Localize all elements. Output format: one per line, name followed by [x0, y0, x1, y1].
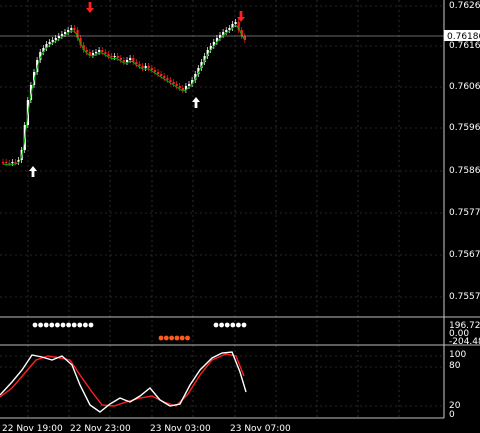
- time-tick: 23 Nov 03:00: [150, 424, 211, 433]
- candle-body: [175, 84, 178, 86]
- candle-body: [116, 56, 119, 58]
- signal-dot: [169, 335, 175, 341]
- candle-body: [157, 72, 160, 74]
- signal-dot: [224, 322, 230, 328]
- signal-dot: [236, 322, 241, 328]
- time-axis: 22 Nov 19:00 22 Nov 23:00 23 Nov 03:00 2…: [2, 424, 291, 433]
- candle-body: [163, 76, 166, 78]
- oscillator-tick: 80: [449, 361, 461, 371]
- price-tick: 0.75865: [449, 166, 480, 176]
- up-arrow-icon: [29, 166, 37, 177]
- candle-body: [153, 70, 157, 72]
- signal-dot: [213, 322, 219, 328]
- candle-body: [119, 58, 122, 60]
- signal-dot: [83, 322, 88, 328]
- candle-body: [2, 162, 5, 164]
- price-tick: 0.75965: [449, 123, 480, 133]
- candle-body: [169, 80, 172, 82]
- time-tick: 22 Nov 23:00: [70, 424, 131, 433]
- time-tick: 22 Nov 19:00: [2, 424, 63, 433]
- price-tick: 0.75770: [449, 208, 480, 218]
- candle-body: [138, 64, 141, 66]
- signal-dot: [88, 322, 94, 328]
- candle-body: [98, 50, 101, 52]
- signal-dot: [60, 322, 66, 328]
- down-arrow-icon: [237, 11, 246, 22]
- candle-body: [166, 78, 169, 80]
- candle-body: [14, 162, 17, 164]
- price-tick: 0.75670: [449, 250, 480, 260]
- candle-body: [113, 56, 116, 58]
- candle-body: [67, 30, 70, 32]
- signal-dot: [163, 335, 169, 341]
- candle-body: [5, 162, 8, 164]
- signal-dots: [32, 322, 247, 341]
- candle-body: [91, 53, 95, 55]
- signal-dot: [38, 322, 43, 328]
- candle-body: [107, 54, 110, 56]
- candle-body: [178, 86, 181, 88]
- candle-body: [101, 50, 104, 52]
- candle-body: [70, 28, 73, 30]
- signal-dot: [71, 322, 77, 328]
- price-tick: 0.76065: [449, 82, 480, 92]
- price-tick: 0.76260: [449, 1, 480, 11]
- signal-dot: [185, 335, 190, 341]
- candle-body: [234, 22, 237, 24]
- candle-body: [54, 38, 57, 40]
- candle-body: [129, 58, 132, 60]
- candle-body: [225, 30, 228, 32]
- signal-dot: [241, 322, 247, 328]
- candle-body: [150, 68, 153, 70]
- candle-body: [48, 42, 51, 44]
- price-tick: 0.75570: [449, 292, 480, 302]
- price-tick: 0.76160: [449, 41, 480, 51]
- candle-body: [181, 88, 184, 90]
- candle-body: [147, 66, 150, 68]
- oscillator-axis: 100 80 20 0: [449, 350, 466, 420]
- candles: [2, 19, 246, 166]
- signal-dot: [66, 322, 71, 328]
- signal-axis: 196.726 0.00 -204.484: [449, 321, 480, 347]
- signal-arrows: [29, 2, 246, 177]
- time-tick: 23 Nov 07:00: [230, 424, 291, 433]
- signal-dot: [49, 322, 55, 328]
- candle-body: [126, 60, 129, 62]
- signal-dot: [158, 335, 164, 341]
- candle-body: [8, 163, 11, 165]
- signal-dot: [77, 322, 83, 328]
- signal-tick: -204.484: [449, 337, 480, 347]
- trading-chart[interactable]: 0.76186 0.76260 0.76160 0.76065 0.75965 …: [0, 0, 480, 433]
- moving-average-line: [2, 24, 246, 166]
- candle-body: [51, 40, 54, 42]
- signal-dot: [219, 322, 225, 328]
- oscillator-tick: 0: [449, 410, 455, 420]
- candle-body: [110, 56, 113, 58]
- price-axis: 0.76260 0.76160 0.76065 0.75965 0.75865 …: [449, 1, 480, 302]
- signal-dot: [43, 322, 49, 328]
- signal-dot: [55, 322, 60, 328]
- candle-body: [122, 60, 126, 62]
- candle-body: [11, 162, 14, 164]
- candle-body: [64, 32, 67, 34]
- candle-body: [73, 28, 76, 30]
- oscillator-tick: 100: [449, 350, 466, 360]
- signal-dot: [179, 335, 185, 341]
- candle-body: [144, 66, 147, 68]
- down-arrow-icon: [86, 2, 94, 13]
- signal-dot: [230, 322, 236, 328]
- candle-body: [95, 52, 98, 54]
- candle-body: [141, 66, 144, 68]
- candle-body: [172, 82, 175, 84]
- candle-body: [160, 74, 163, 76]
- signal-dot: [174, 335, 180, 341]
- candle-body: [104, 52, 107, 54]
- signal-dot: [32, 322, 38, 328]
